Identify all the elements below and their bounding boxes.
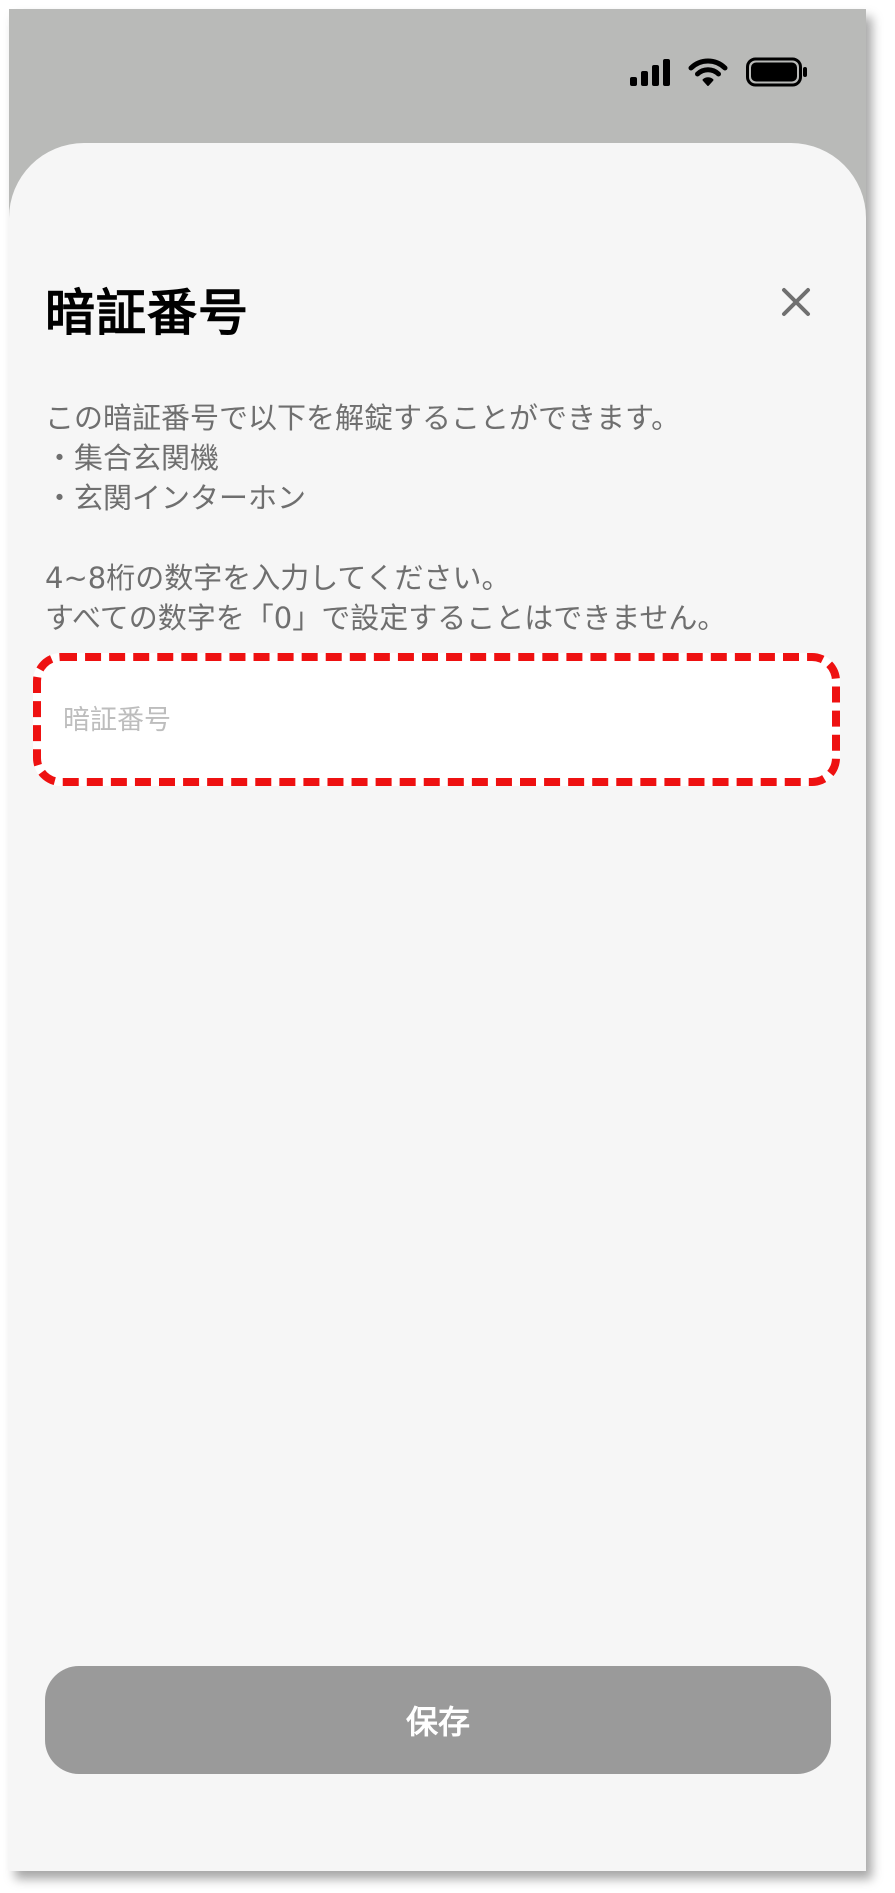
close-button[interactable] [772,278,820,326]
status-icons [630,57,808,87]
instruction-line: すべての数字を「0」で設定することはできません。 [45,601,727,635]
cellular-signal-icon [630,58,670,86]
save-button[interactable]: 保存 [45,1666,831,1774]
description-text: この暗証番号で以下を解錠することができます。 ・集合玄関機 ・玄関インターホン … [45,398,845,638]
pin-modal-sheet: 暗証番号 この暗証番号で以下を解錠することができます。 ・集合玄関機 ・玄関イン… [9,143,866,1871]
instruction-line: 4~8桁の数字を入力してください。 [45,561,511,595]
pin-input[interactable] [61,683,805,757]
battery-icon [746,57,807,87]
close-icon [782,288,810,316]
status-bar [9,9,866,139]
description-line: ・玄関インターホン [45,481,307,515]
phone-screen: 暗証番号 この暗証番号で以下を解錠することができます。 ・集合玄関機 ・玄関イン… [9,9,866,1871]
wifi-icon [688,58,728,86]
pin-input-highlight [33,653,840,786]
description-line: ・集合玄関機 [45,441,220,475]
description-line: この暗証番号で以下を解錠することができます。 [45,401,681,435]
modal-title: 暗証番号 [45,284,249,342]
